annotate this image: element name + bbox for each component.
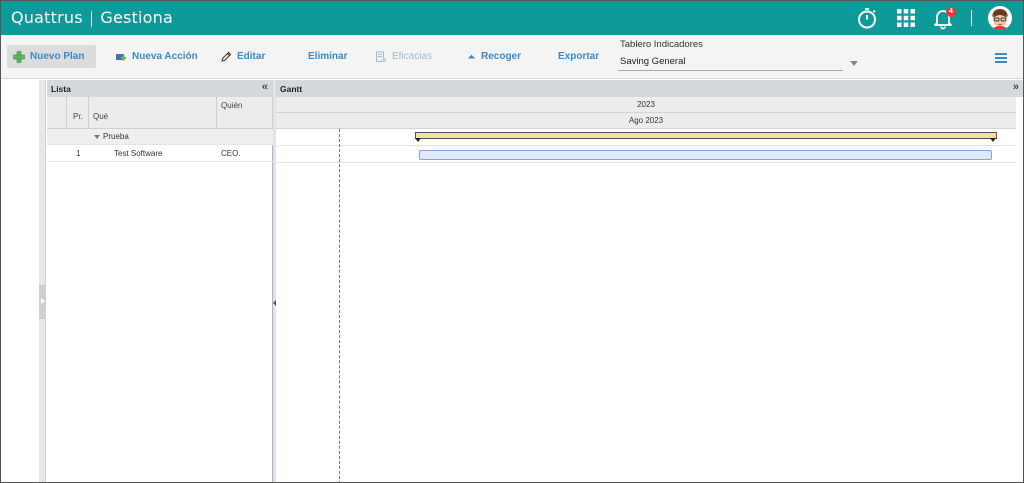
collapse-right-icon[interactable]: »	[1013, 81, 1019, 93]
exportar-button[interactable]: Exportar	[552, 45, 605, 68]
nuevo-plan-button[interactable]: Nuevo Plan	[7, 45, 96, 68]
group-name: Prueba	[103, 132, 129, 141]
brand-module: Gestiona	[100, 8, 173, 27]
list-task-row[interactable]: 1 Test Software CEO.	[47, 146, 273, 162]
eficacias-button[interactable]: Eficacias	[369, 45, 438, 68]
brand-logo[interactable]: Quattrus | Gestiona	[11, 8, 173, 27]
lista-title: Lista	[51, 84, 71, 94]
document-check-icon	[376, 51, 387, 62]
task-who: CEO.	[221, 149, 241, 158]
gantt-row-divider	[276, 162, 1016, 163]
gantt-panel: Gantt » 2023 Ago 2023	[276, 80, 1023, 482]
app-window: Quattrus | Gestiona 4 Nuevo Plan Nueva A…	[0, 0, 1024, 483]
summary-end-marker	[990, 138, 996, 142]
top-bar: Quattrus | Gestiona 4	[1, 1, 1023, 35]
topbar-divider	[971, 10, 972, 26]
column-who-label: Quién	[221, 101, 243, 110]
left-sidebar-collapsed	[1, 80, 39, 482]
chevron-down-icon[interactable]	[850, 61, 858, 66]
column-what[interactable]: Qué	[89, 97, 217, 129]
lista-panel: Lista « Pr. Qué Quién Prueba 1 Test Soft…	[47, 80, 273, 482]
recoger-button[interactable]: Recoger	[461, 45, 527, 68]
column-priority-label: Pr.	[73, 112, 83, 121]
notification-badge: 4	[946, 7, 956, 17]
left-sidebar-edge	[39, 80, 46, 482]
column-what-label: Qué	[93, 112, 109, 121]
gantt-summary-bar[interactable]	[415, 132, 997, 139]
eficacias-label: Eficacias	[392, 51, 433, 62]
user-avatar[interactable]	[988, 6, 1012, 30]
recoger-label: Recoger	[481, 51, 522, 62]
hamburger-menu-icon[interactable]	[994, 52, 1008, 64]
brand-name: Quattrus	[11, 8, 83, 27]
column-priority[interactable]: Pr.	[67, 97, 89, 129]
nuevo-plan-label: Nuevo Plan	[30, 51, 85, 62]
eliminar-label: Eliminar	[308, 51, 348, 62]
editar-label: Editar	[237, 51, 266, 62]
gantt-header: Gantt »	[276, 80, 1023, 97]
editar-button[interactable]: Editar	[214, 45, 271, 68]
task-priority: 1	[76, 149, 81, 158]
avatar-image	[988, 6, 1012, 30]
tree-expand-icon[interactable]	[94, 135, 100, 139]
task-what: Test Software	[114, 149, 163, 158]
apps-grid-icon[interactable]	[894, 6, 918, 30]
gantt-month-row: Ago 2023	[276, 113, 1016, 129]
column-indent	[47, 97, 67, 129]
nueva-accion-label: Nueva Acción	[132, 51, 198, 62]
summary-start-marker	[415, 138, 421, 142]
triangle-up-icon	[467, 54, 476, 58]
gantt-title: Gantt	[280, 84, 303, 94]
action-toolbar: Nuevo Plan Nueva Acción Editar Eliminar	[1, 35, 1023, 79]
gantt-task-bar[interactable]	[419, 150, 992, 160]
collapse-left-icon[interactable]: «	[262, 81, 268, 93]
chevron-right-icon	[41, 298, 45, 304]
exportar-label: Exportar	[558, 51, 600, 62]
today-marker-line	[339, 129, 340, 482]
eliminar-button[interactable]: Eliminar	[302, 45, 353, 68]
column-who[interactable]: Quién	[217, 97, 273, 129]
gantt-row-divider	[276, 145, 1016, 146]
lista-header: Lista «	[47, 80, 273, 97]
plus-icon	[13, 50, 25, 63]
gantt-year-row: 2023	[276, 97, 1016, 113]
list-group-row[interactable]: Prueba	[47, 129, 273, 145]
pencil-icon	[221, 51, 232, 62]
nueva-accion-button[interactable]: Nueva Acción	[109, 45, 204, 68]
stopwatch-icon[interactable]	[855, 6, 879, 30]
tablero-label: Tablero Indicadores	[620, 39, 703, 50]
add-action-icon	[116, 53, 126, 60]
tablero-select[interactable]: Saving General	[618, 53, 843, 71]
brand-separator: |	[88, 8, 95, 27]
